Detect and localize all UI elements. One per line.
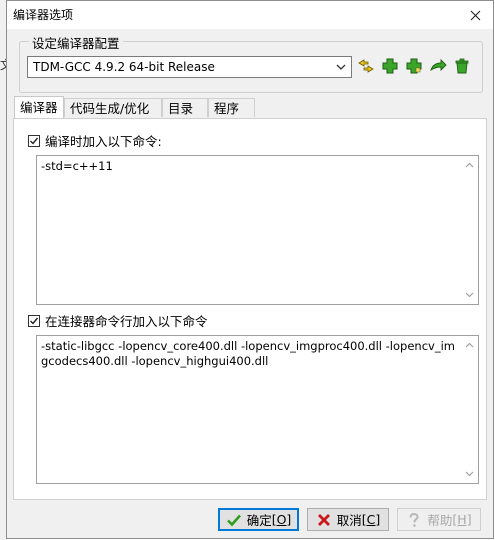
linker-commands-label: 在连接器命令行加入以下命令 [45,314,208,329]
red-x-icon [316,512,332,528]
linker-commands-textarea[interactable]: -static-libgcc -lopencv_core400.dll -lop… [36,335,479,484]
add-config-button[interactable] [380,56,400,76]
checkmark-icon [226,512,242,528]
ok-accelerator: [O] [271,512,292,527]
compiler-config-select[interactable]: TDM-GCC 4.9.2 64-bit Release [27,56,352,78]
ok-label: 确定 [246,513,272,528]
delete-icon [455,58,469,74]
title-bar: 编译器选项 [7,1,493,29]
tab-directories[interactable]: 目录 [162,98,208,117]
compile-commands-label: 编译时加入以下命令: [45,134,162,149]
cancel-accelerator: [C] [361,512,381,527]
cancel-label: 取消 [336,513,362,528]
close-button[interactable] [465,5,485,25]
compiler-config-value: TDM-GCC 4.9.2 64-bit Release [33,60,215,74]
help-accelerator: [H] [452,512,472,527]
help-button[interactable]: 帮助 [H] [397,508,481,531]
compiler-options-dialog: 编译器选项 设定编译器配置 TDM-GCC 4.9.2 64-bit Relea… [6,0,494,539]
tab-code-generation[interactable]: 代码生成/优化 [64,98,162,117]
scroll-down-icon [465,292,474,298]
scroll-up-icon [465,162,474,168]
sort-icon [358,59,374,73]
tab-programs[interactable]: 程序 [208,98,255,117]
linker-commands-option[interactable]: 在连接器命令行加入以下命令 [28,311,208,330]
rename-config-button[interactable] [428,56,448,76]
delete-config-button[interactable] [452,56,472,76]
sort-config-button[interactable] [356,56,376,76]
scroll-up-icon [465,342,474,348]
linker-commands-scrollbar[interactable] [461,336,478,483]
compile-commands-text: -std=c++11 [41,159,113,173]
chevron-down-icon [336,64,346,70]
help-icon [406,512,422,528]
linker-commands-text: -static-libgcc -lopencv_core400.dll -lop… [41,339,455,368]
compiler-tab-panel: 编译时加入以下命令: -std=c++11 在连接器命令行加入以下命令 -sta… [13,118,487,500]
cancel-button[interactable]: 取消 [C] [307,508,389,531]
linker-commands-checkbox[interactable] [28,314,40,327]
help-label: 帮助 [427,513,453,528]
add-copy-config-button[interactable] [404,56,424,76]
ok-button[interactable]: 确定 [O] [218,508,299,531]
compiler-config-label: 设定编译器配置 [29,33,123,52]
compile-commands-textarea[interactable]: -std=c++11 [36,155,479,305]
compile-commands-option[interactable]: 编译时加入以下命令: [28,131,162,150]
close-icon [470,10,480,20]
add-copy-icon [406,58,422,74]
checkmark-icon [30,317,39,325]
tab-compiler[interactable]: 编译器 [14,96,64,118]
rename-icon [430,58,447,72]
scroll-down-icon [465,471,474,477]
checkmark-icon [30,137,39,145]
add-icon [382,58,398,74]
compile-commands-checkbox[interactable] [28,134,40,147]
dialog-title: 编译器选项 [13,8,74,22]
compile-commands-scrollbar[interactable] [461,156,478,304]
